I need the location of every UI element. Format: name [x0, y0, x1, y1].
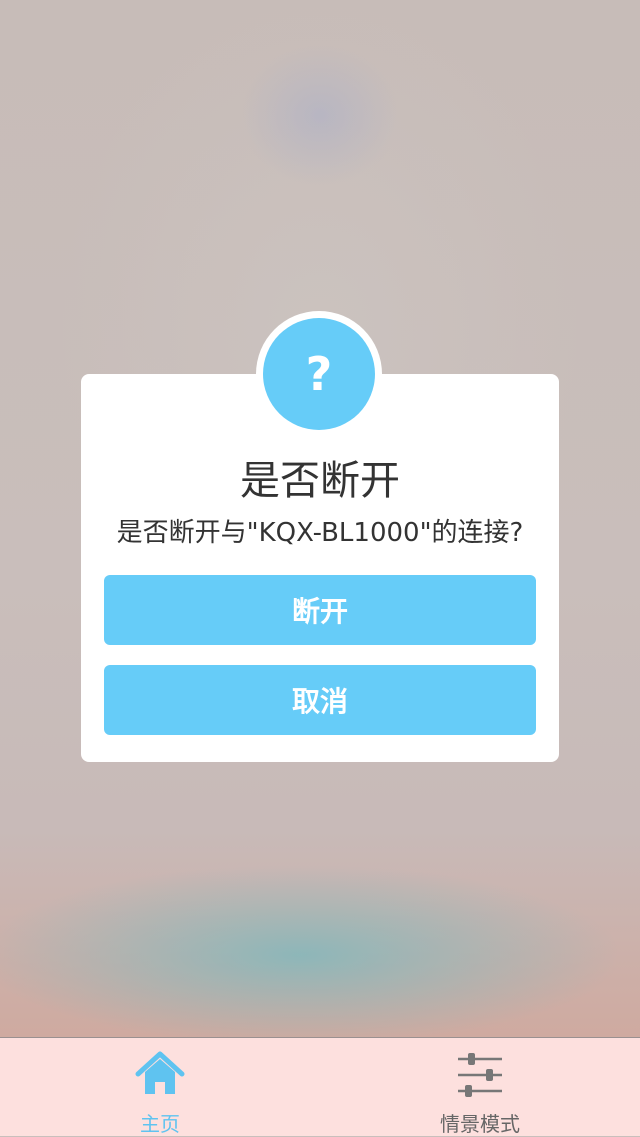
cancel-button[interactable]: 取消	[104, 665, 536, 735]
tab-bar: 主页 情景模式	[0, 1037, 640, 1136]
tab-home-label: 主页	[140, 1112, 180, 1136]
disconnect-button[interactable]: 断开	[104, 575, 536, 645]
question-icon: ?	[263, 318, 375, 430]
dialog-title: 是否断开	[240, 458, 400, 504]
tab-home[interactable]: 主页	[60, 1038, 260, 1137]
dialog-message: 是否断开与"KQX-BL1000"的连接?	[116, 518, 524, 548]
sliders-icon	[458, 1053, 502, 1097]
cancel-button-label: 取消	[291, 685, 348, 718]
tab-scene-mode-label: 情景模式	[440, 1112, 520, 1136]
disconnect-button-label: 断开	[291, 595, 348, 628]
question-mark: ?	[305, 347, 333, 401]
tab-scene-mode[interactable]: 情景模式	[380, 1038, 580, 1137]
home-icon	[135, 1051, 185, 1094]
